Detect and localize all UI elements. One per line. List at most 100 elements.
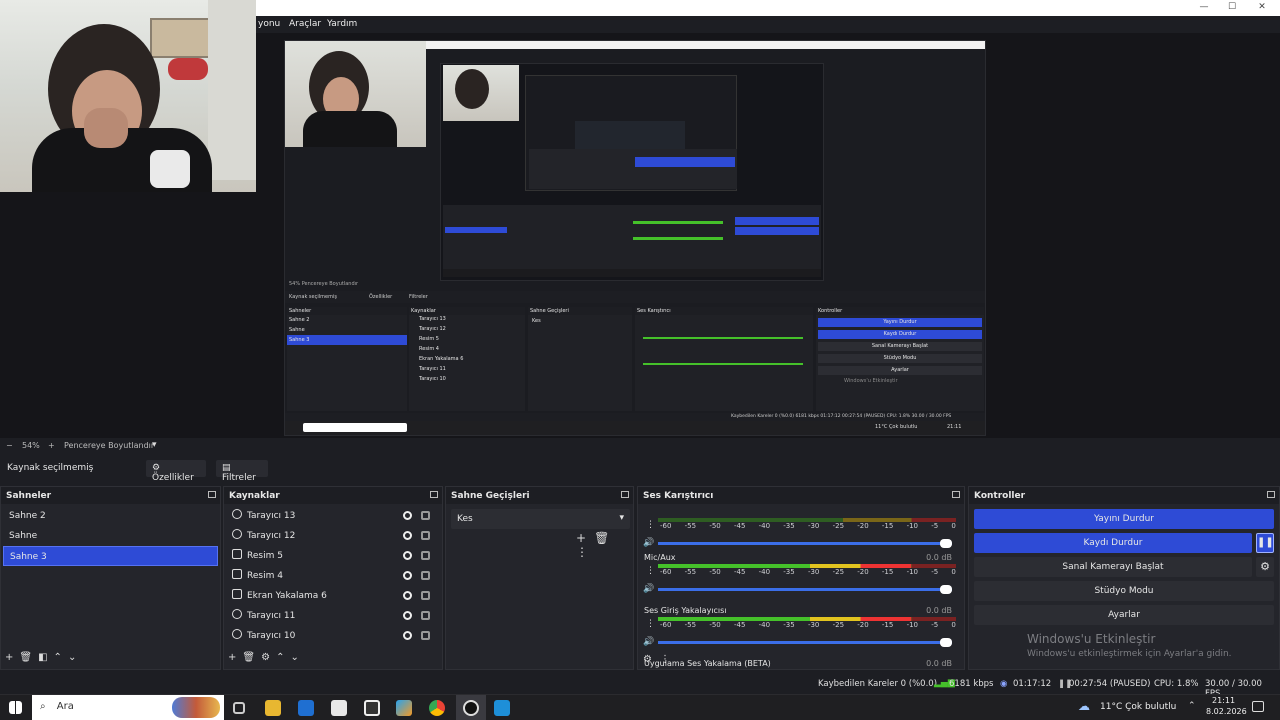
source-settings-button[interactable]: ⚙: [261, 652, 276, 663]
eye-icon[interactable]: [403, 631, 412, 640]
volume-knob[interactable]: [940, 539, 952, 548]
eye-icon[interactable]: [403, 551, 412, 560]
weather-text[interactable]: 11°C Çok bulutlu: [1100, 702, 1176, 712]
move-up-button[interactable]: ⌃: [54, 652, 68, 663]
lock-icon[interactable]: [421, 611, 430, 620]
advanced-audio-gear-icon[interactable]: ⚙: [643, 654, 660, 665]
eye-icon[interactable]: [403, 591, 412, 600]
menu-item-tools[interactable]: Araçlar: [289, 19, 321, 29]
dock-float-icon[interactable]: [430, 491, 438, 498]
pause-recording-button[interactable]: ❚❚: [1256, 533, 1274, 553]
speaker-icon[interactable]: 🔊: [643, 637, 654, 647]
channel-menu-icon[interactable]: ⋮: [646, 566, 655, 576]
eye-icon[interactable]: [403, 571, 412, 580]
lock-icon[interactable]: [421, 571, 430, 580]
remove-transition-button[interactable]: 🗑: [594, 531, 617, 545]
mixer-menu-button[interactable]: ⋮: [660, 654, 678, 665]
transition-select[interactable]: Kes ▾: [451, 509, 630, 529]
eye-icon[interactable]: [403, 611, 412, 620]
db-tick-label: 0: [951, 621, 956, 629]
preview-canvas[interactable]: 54% Pencereye Boyutlandır Kaynak seçilme…: [284, 40, 986, 436]
studio-mode-button[interactable]: Stüdyo Modu: [974, 581, 1274, 601]
db-tick-label: -10: [906, 568, 918, 576]
filter-icon: ▤: [222, 463, 231, 473]
settings-button[interactable]: Ayarlar: [974, 605, 1274, 625]
channel-name: Ses Giriş Yakalayıcısı: [644, 606, 727, 615]
volume-slider[interactable]: [658, 638, 952, 647]
lock-icon[interactable]: [421, 551, 430, 560]
source-item[interactable]: Tarayıcı 13: [226, 506, 440, 526]
dock-float-icon[interactable]: [208, 491, 216, 498]
lock-icon[interactable]: [421, 511, 430, 520]
capcut-icon[interactable]: [364, 700, 380, 716]
volume-knob[interactable]: [940, 585, 952, 594]
lock-icon[interactable]: [421, 531, 430, 540]
fit-mode-arrow-icon[interactable]: ▾: [152, 440, 157, 450]
clock-time[interactable]: 21:11: [1212, 696, 1235, 705]
move-down-button[interactable]: ⌄: [290, 652, 304, 663]
move-up-button[interactable]: ⌃: [276, 652, 290, 663]
scene-item[interactable]: Sahne 2: [3, 506, 218, 526]
source-item[interactable]: Tarayıcı 11: [226, 606, 440, 626]
source-item[interactable]: Ekran Yakalama 6: [226, 586, 440, 606]
source-item[interactable]: Resim 5: [226, 546, 440, 566]
move-down-button[interactable]: ⌄: [68, 652, 82, 663]
dock-float-icon[interactable]: [1267, 491, 1275, 498]
fit-mode-select[interactable]: Pencereye Boyutlandır: [64, 441, 154, 450]
add-source-button[interactable]: +: [228, 652, 242, 663]
close-button[interactable]: ✕: [1252, 1, 1272, 14]
pinned-app-icon[interactable]: [396, 700, 412, 716]
speaker-icon[interactable]: 🔊: [643, 538, 654, 548]
dock-float-icon[interactable]: [621, 491, 629, 498]
eye-icon[interactable]: [403, 511, 412, 520]
add-scene-button[interactable]: +: [5, 652, 19, 663]
scene-filters-button[interactable]: ◧: [38, 652, 53, 663]
transition-menu-button[interactable]: ⋮: [576, 545, 596, 559]
remove-scene-button[interactable]: 🗑: [19, 652, 38, 663]
scene-item-selected[interactable]: Sahne 3: [3, 546, 218, 566]
tray-chevron-icon[interactable]: ⌃: [1188, 701, 1196, 711]
menu-item-help[interactable]: Yardım: [327, 19, 357, 29]
virtual-camera-settings-button[interactable]: ⚙: [1256, 557, 1274, 577]
taskbar-search[interactable]: ⌕ Ara: [32, 695, 224, 720]
volume-knob[interactable]: [940, 638, 952, 647]
volume-slider[interactable]: [658, 539, 952, 548]
minimize-button[interactable]: —: [1194, 1, 1214, 14]
file-explorer-icon[interactable]: [265, 700, 281, 716]
channel-name: Mic/Aux: [644, 553, 676, 562]
add-transition-button[interactable]: +: [576, 531, 594, 545]
filters-button[interactable]: ▤ Filtreler: [216, 460, 268, 483]
dock-float-icon[interactable]: [952, 491, 960, 498]
notifications-icon[interactable]: [1252, 701, 1264, 712]
properties-button[interactable]: ⚙ Özellikler: [146, 460, 206, 483]
start-virtual-camera-button[interactable]: Sanal Kamerayı Başlat: [974, 557, 1252, 577]
obs-taskbar-item[interactable]: [456, 695, 486, 720]
volume-slider[interactable]: [658, 585, 952, 594]
source-item[interactable]: Tarayıcı 12: [226, 526, 440, 546]
source-item[interactable]: Tarayıcı 10: [226, 626, 440, 646]
task-view-icon[interactable]: [233, 702, 245, 714]
chrome-icon[interactable]: [429, 700, 445, 716]
lock-icon[interactable]: [421, 631, 430, 640]
outlook-icon[interactable]: [298, 700, 314, 716]
vscode-icon[interactable]: [494, 700, 510, 716]
channel-menu-icon[interactable]: ⋮: [646, 520, 655, 530]
store-icon[interactable]: [331, 700, 347, 716]
remove-source-button[interactable]: 🗑: [242, 652, 261, 663]
browser-icon: [232, 509, 242, 519]
stop-recording-button[interactable]: Kaydı Durdur: [974, 533, 1252, 553]
scene-item[interactable]: Sahne: [3, 526, 218, 546]
db-tick-label: -30: [807, 522, 820, 530]
windows-start-icon[interactable]: [9, 701, 22, 714]
stop-stream-button[interactable]: Yayını Durdur: [974, 509, 1274, 529]
menu-item-yonu[interactable]: yonu: [258, 19, 280, 29]
channel-menu-icon[interactable]: ⋮: [646, 619, 655, 629]
lock-icon[interactable]: [421, 591, 430, 600]
maximize-button[interactable]: ☐: [1222, 1, 1242, 14]
speaker-icon[interactable]: 🔊: [643, 584, 654, 594]
clock-date[interactable]: 8.02.2026: [1206, 707, 1247, 716]
zoom-out-button[interactable]: −: [6, 441, 13, 450]
zoom-in-button[interactable]: +: [48, 441, 55, 450]
source-item[interactable]: Resim 4: [226, 566, 440, 586]
eye-icon[interactable]: [403, 531, 412, 540]
